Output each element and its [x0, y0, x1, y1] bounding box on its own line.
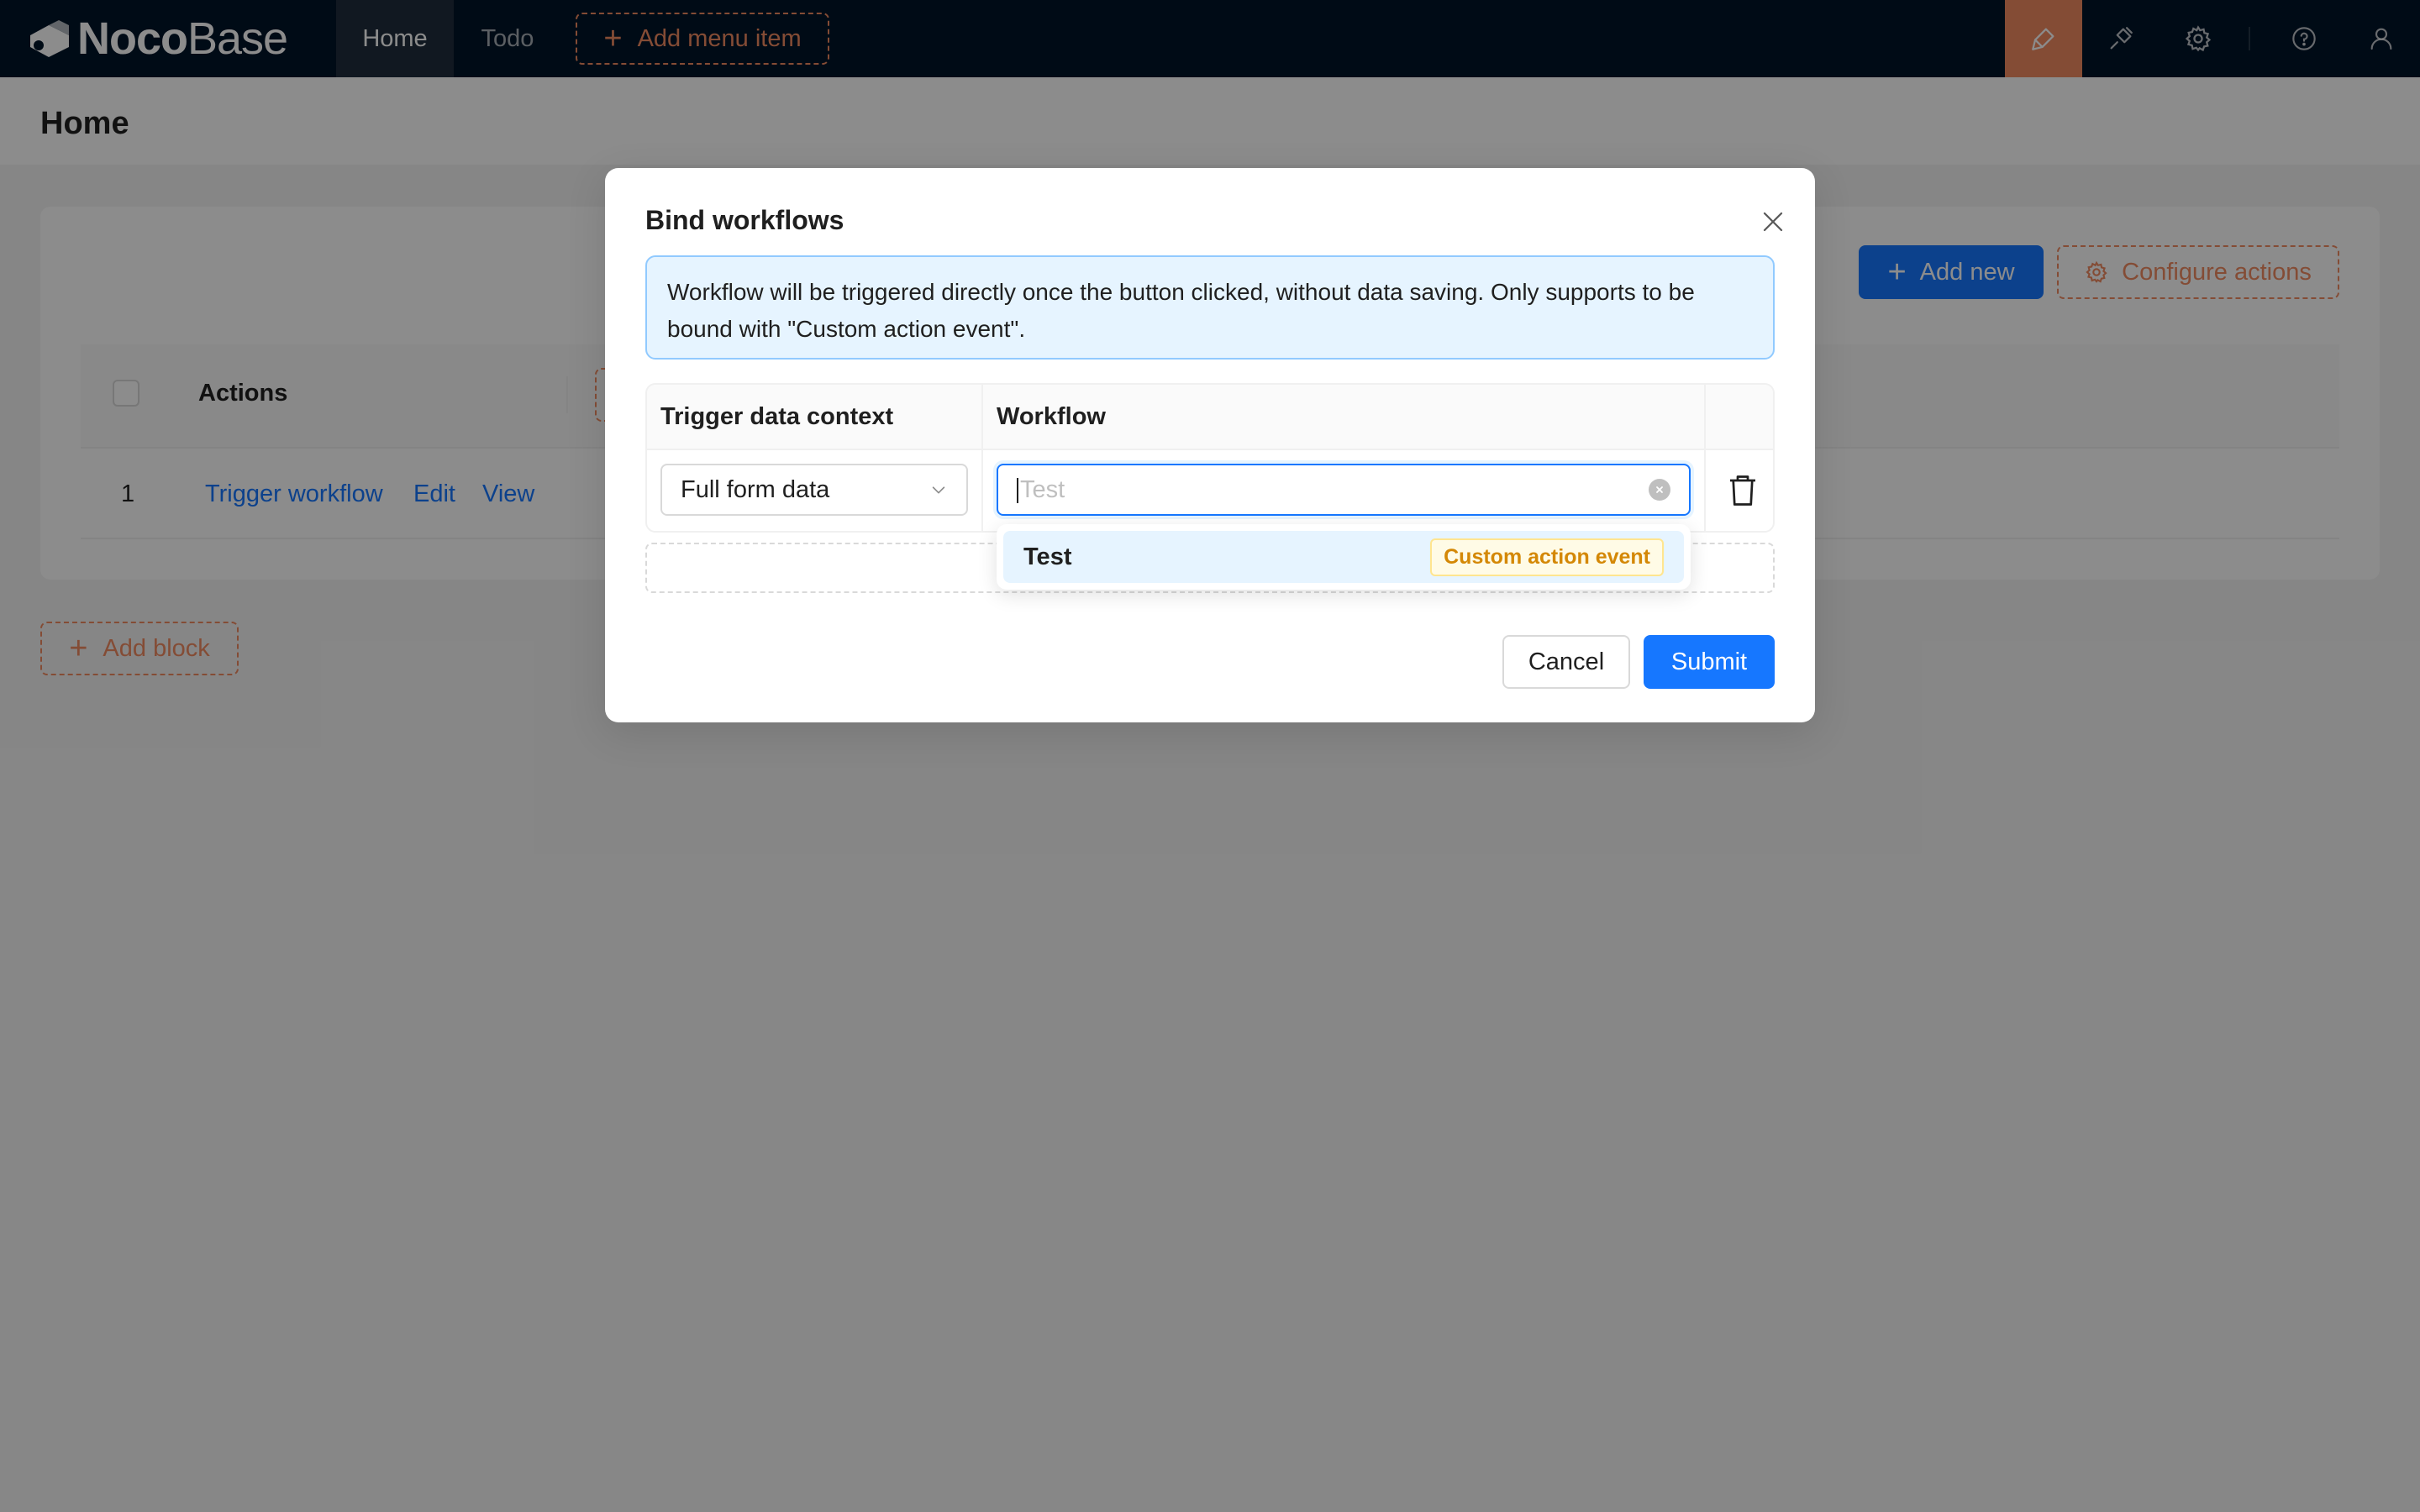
- workflow-option-label: Test: [1023, 543, 1072, 570]
- trigger-data-context-select[interactable]: Full form data: [660, 464, 968, 516]
- column-header-trigger-data-context: Trigger data context: [660, 403, 894, 430]
- chevron-down-icon: [932, 486, 945, 494]
- workflow-dropdown: Test Custom action event: [997, 524, 1691, 590]
- close-button[interactable]: [1753, 202, 1793, 242]
- workflow-option[interactable]: Test Custom action event: [1003, 531, 1684, 583]
- close-icon: [1763, 212, 1783, 232]
- table-header: Trigger data context Workflow: [647, 385, 1773, 450]
- workflow-bindings-table: Trigger data context Workflow Full form …: [645, 383, 1775, 533]
- submit-button[interactable]: Submit: [1644, 635, 1775, 689]
- column-divider: [981, 385, 983, 531]
- workflow-type-tag: Custom action event: [1430, 538, 1664, 576]
- bind-workflows-dialog: Bind workflows Workflow will be triggere…: [605, 168, 1815, 722]
- workflow-select[interactable]: Test: [997, 464, 1691, 516]
- close-icon: [1656, 486, 1663, 493]
- clear-icon[interactable]: [1649, 479, 1670, 501]
- column-divider: [1704, 385, 1706, 531]
- column-header-workflow: Workflow: [997, 403, 1106, 430]
- cancel-button[interactable]: Cancel: [1502, 635, 1630, 689]
- select-value: Full form data: [681, 475, 830, 503]
- text-cursor: [1017, 477, 1018, 503]
- dialog-title: Bind workflows: [645, 205, 844, 235]
- info-alert: Workflow will be triggered directly once…: [645, 255, 1775, 360]
- workflow-search-input[interactable]: Test: [1020, 476, 1065, 503]
- delete-icon[interactable]: [1728, 474, 1758, 507]
